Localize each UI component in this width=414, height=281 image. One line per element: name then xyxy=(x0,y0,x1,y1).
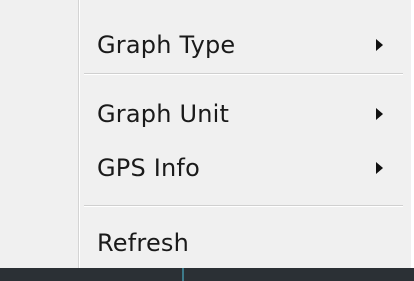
menu-separator xyxy=(84,73,403,75)
menu-item-label: Refresh xyxy=(97,229,190,257)
submenu-arrow-icon xyxy=(376,39,383,51)
menu-item-label: Graph Unit xyxy=(97,100,230,128)
menu-icon-gutter xyxy=(0,0,79,268)
context-menu: Graph Type Graph Unit GPS Info Refresh xyxy=(0,0,414,268)
underlying-window-accent xyxy=(182,268,184,281)
menu-item-graph-unit[interactable]: Graph Unit xyxy=(80,88,408,140)
menu-item-label: Graph Type xyxy=(97,31,236,59)
menu-item-label: GPS Info xyxy=(97,154,200,182)
menu-item-gps-info[interactable]: GPS Info xyxy=(80,142,408,194)
underlying-window-edge xyxy=(0,268,414,281)
menu-item-graph-type[interactable]: Graph Type xyxy=(80,19,408,71)
menu-item-refresh[interactable]: Refresh xyxy=(80,217,408,269)
menu-separator xyxy=(84,205,403,207)
submenu-arrow-icon xyxy=(376,108,383,120)
submenu-arrow-icon xyxy=(376,162,383,174)
